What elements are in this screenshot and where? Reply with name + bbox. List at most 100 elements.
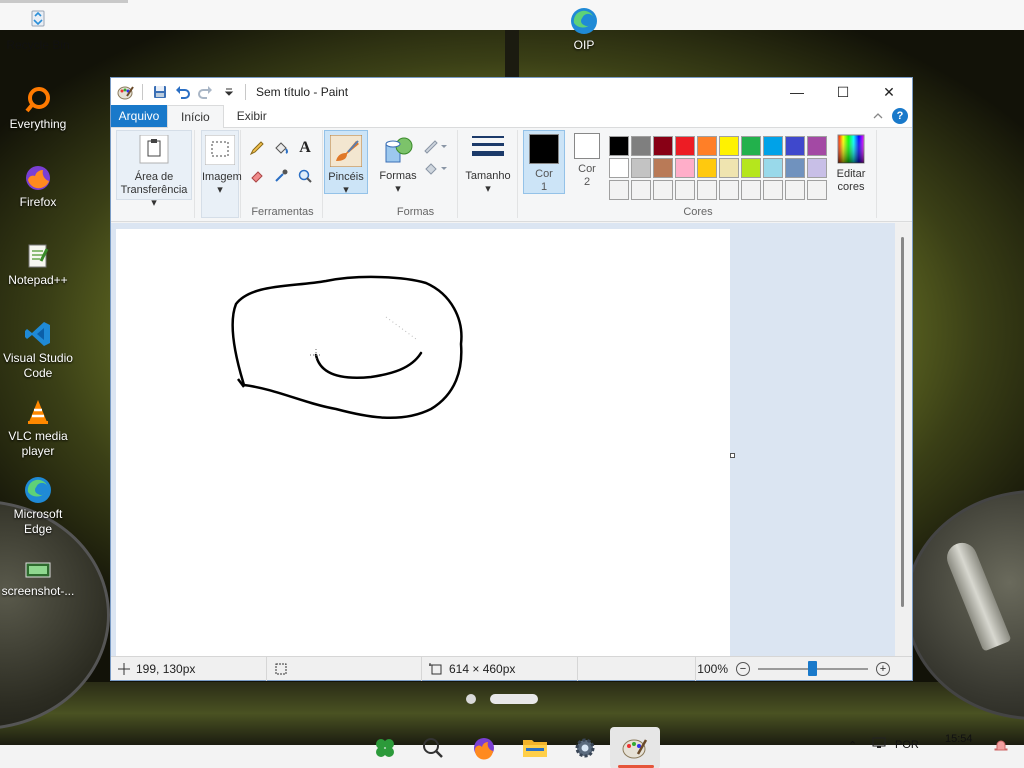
colors-group-label: Cores <box>683 206 713 218</box>
palette-swatch[interactable] <box>807 136 827 156</box>
palette-swatch[interactable] <box>675 158 695 178</box>
palette-swatch[interactable] <box>697 180 717 200</box>
undo-icon[interactable] <box>174 84 191 101</box>
desktop-icon-notepadpp[interactable]: Notepad++ <box>0 241 76 288</box>
palette-swatch[interactable] <box>697 136 717 156</box>
tray-chevron-icon[interactable]: ⌃ <box>848 739 857 752</box>
separator <box>142 84 143 100</box>
palette-swatch[interactable] <box>653 180 673 200</box>
clock[interactable]: 15:54 <box>945 733 973 745</box>
network-icon[interactable] <box>872 737 886 752</box>
desktop-icon-label: Visual Studio Code <box>3 351 73 380</box>
palette-swatch[interactable] <box>653 158 673 178</box>
tab-file[interactable]: Arquivo <box>111 105 167 127</box>
canvas-resize-handle[interactable] <box>730 453 735 458</box>
clover-icon[interactable] <box>370 733 400 763</box>
wallpaper-dot <box>466 694 476 704</box>
palette-swatch[interactable] <box>631 180 651 200</box>
maximize-button[interactable]: ☐ <box>820 78 866 106</box>
palette-swatch[interactable] <box>719 180 739 200</box>
file-explorer-icon[interactable] <box>520 733 550 763</box>
zoom-in-button[interactable]: + <box>876 662 890 676</box>
close-button[interactable]: ✕ <box>866 78 912 106</box>
desktop-icon-everything[interactable]: Everything <box>0 85 76 132</box>
palette-swatch[interactable] <box>785 180 805 200</box>
group-shapes: Formas ▾ Formas <box>374 130 458 218</box>
palette-swatch[interactable] <box>631 158 651 178</box>
palette-swatch[interactable] <box>763 158 783 178</box>
desktop-icon-vscode[interactable]: Visual Studio Code <box>0 319 76 381</box>
eraser-icon[interactable] <box>247 166 267 186</box>
palette-swatch[interactable] <box>675 136 695 156</box>
shapes-button[interactable]: Formas ▾ <box>378 130 418 195</box>
palette-swatch[interactable] <box>719 158 739 178</box>
palette-swatch[interactable] <box>763 136 783 156</box>
palette-swatch[interactable] <box>741 180 761 200</box>
palette-swatch[interactable] <box>807 158 827 178</box>
save-icon[interactable] <box>151 84 168 101</box>
palette-swatch[interactable] <box>719 136 739 156</box>
paint-icon[interactable] <box>620 733 650 763</box>
palette-swatch[interactable] <box>697 158 717 178</box>
palette-swatch[interactable] <box>609 136 629 156</box>
desktop-icon-edge[interactable]: Microsoft Edge <box>0 475 76 537</box>
clipboard-button[interactable]: Área de Transferência ▾ <box>116 130 192 209</box>
palette-swatch[interactable] <box>653 136 673 156</box>
palette-swatch[interactable] <box>609 158 629 178</box>
palette-swatch[interactable] <box>631 136 651 156</box>
zoom-out-button[interactable]: − <box>736 662 750 676</box>
image-button[interactable]: Imagem ▾ <box>201 130 242 218</box>
customize-qat-icon[interactable] <box>220 84 237 101</box>
zoom-controls: 100% − + <box>697 657 890 681</box>
color1-button[interactable]: Cor 1 <box>523 130 565 194</box>
drawing-canvas[interactable] <box>116 229 730 656</box>
firefox-icon[interactable] <box>469 733 499 763</box>
paint-app-icon[interactable] <box>117 84 134 101</box>
scrollbar-thumb[interactable] <box>901 237 904 607</box>
color1-label-2: 1 <box>540 181 548 193</box>
palette-swatch[interactable] <box>741 136 761 156</box>
palette-swatch[interactable] <box>741 158 761 178</box>
magnifier-icon[interactable] <box>295 166 315 186</box>
palette-swatch[interactable] <box>785 158 805 178</box>
text-tool-icon[interactable]: A <box>295 138 315 158</box>
fill-shape-icon[interactable] <box>422 158 448 178</box>
desktop-icon-firefox[interactable]: Firefox <box>0 163 76 210</box>
collapse-ribbon-icon[interactable] <box>872 111 884 121</box>
outline-icon[interactable] <box>422 136 448 156</box>
palette-swatch[interactable] <box>763 180 783 200</box>
settings-icon[interactable] <box>570 733 600 763</box>
wallpaper-top-edge <box>0 0 128 3</box>
palette-swatch[interactable] <box>675 180 695 200</box>
help-icon[interactable]: ? <box>892 108 908 124</box>
input-language[interactable]: POR <box>895 739 919 751</box>
redo-icon[interactable] <box>197 84 214 101</box>
minimize-button[interactable]: — <box>774 78 820 106</box>
palette-swatch[interactable] <box>807 180 827 200</box>
edit-colors-button[interactable]: Editar cores <box>829 130 873 194</box>
brushes-button[interactable]: Pincéis ▾ <box>324 130 368 196</box>
tab-home[interactable]: Início <box>167 105 224 128</box>
group-clipboard: Área de Transferência ▾ <box>113 130 195 218</box>
cursor-position-text: 199, 130px <box>136 661 196 676</box>
color-picker-icon[interactable] <box>271 166 291 186</box>
status-bar: 199, 130px 614 × 460px 100% − + <box>111 656 912 681</box>
notification-bell-icon[interactable] <box>994 739 1008 756</box>
edge-icon <box>23 475 53 505</box>
desktop-icon-vlc[interactable]: VLC media player <box>0 397 76 459</box>
palette-swatch[interactable] <box>609 180 629 200</box>
desktop-icon-oip[interactable]: OIP <box>546 6 622 53</box>
ribbon-right-controls: ? <box>872 108 908 124</box>
color2-button[interactable]: Cor 2 <box>567 130 607 194</box>
size-button[interactable]: Tamanho ▾ <box>462 130 514 195</box>
palette-swatch[interactable] <box>785 136 805 156</box>
fill-icon[interactable] <box>271 138 291 158</box>
tab-view[interactable]: Exibir <box>224 105 280 127</box>
vertical-scrollbar[interactable] <box>895 223 912 656</box>
desktop-icon-recycle-bin[interactable]: Recycle Bin <box>0 6 76 53</box>
zoom-slider-thumb[interactable] <box>808 661 817 676</box>
zoom-slider[interactable] <box>758 661 868 676</box>
search-icon[interactable] <box>418 733 448 763</box>
desktop-icon-screenshot[interactable]: screenshot-... <box>0 560 76 599</box>
pencil-icon[interactable] <box>247 138 267 158</box>
